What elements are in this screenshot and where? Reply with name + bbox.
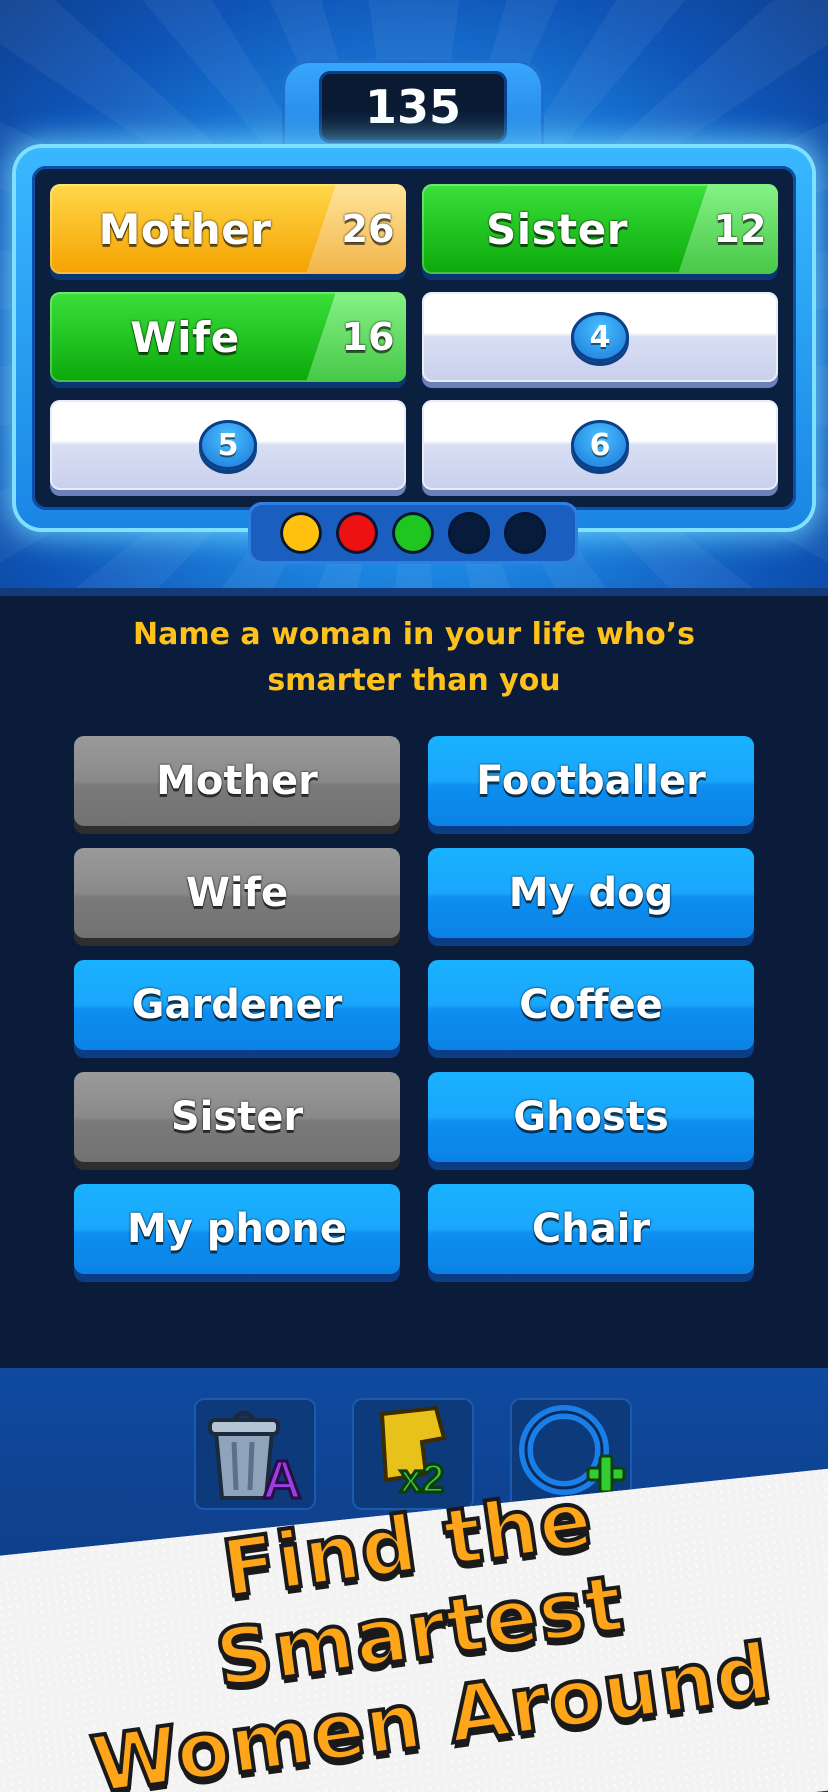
trash-letter-powerup[interactable]: A xyxy=(194,1398,316,1512)
question-line-2: smarter than you xyxy=(267,663,561,698)
tile-answer: Sister xyxy=(486,204,628,254)
tile-number-badge: 5 xyxy=(199,420,257,470)
option-coffee-button[interactable]: Coffee xyxy=(428,960,754,1050)
question-text: Name a woman in your life who’s smarter … xyxy=(100,612,728,704)
option-ghosts-button[interactable]: Ghosts xyxy=(428,1072,754,1162)
answer-tile-6: 6 xyxy=(422,400,778,490)
tile-answer: Mother xyxy=(98,204,272,254)
answer-tile-1: Mother 26 xyxy=(50,184,406,274)
tile-points: 26 xyxy=(306,184,406,274)
tile-points: 12 xyxy=(678,184,778,274)
option-chair-button[interactable]: Chair xyxy=(428,1184,754,1274)
answer-tile-4: 4 xyxy=(422,292,778,382)
option-my-phone-button[interactable]: My phone xyxy=(74,1184,400,1274)
strike-dot xyxy=(336,512,378,554)
answer-tile-3: Wife 16 xyxy=(50,292,406,382)
trash-can-icon: A xyxy=(208,1410,303,1512)
trash-letter-label: A xyxy=(263,1450,302,1510)
option-mother-button[interactable]: Mother xyxy=(74,736,400,826)
answer-tile-5: 5 xyxy=(50,400,406,490)
tile-number-badge: 4 xyxy=(571,312,629,362)
tile-number-badge: 6 xyxy=(571,420,629,470)
option-sister-button[interactable]: Sister xyxy=(74,1072,400,1162)
option-wife-button[interactable]: Wife xyxy=(74,848,400,938)
option-my-dog-button[interactable]: My dog xyxy=(428,848,754,938)
tile-points: 16 xyxy=(306,292,406,382)
answer-tile-2: Sister 12 xyxy=(422,184,778,274)
option-gardener-button[interactable]: Gardener xyxy=(74,960,400,1050)
option-footballer-button[interactable]: Footballer xyxy=(428,736,754,826)
score-display: 135 xyxy=(322,74,504,140)
strike-indicator xyxy=(248,502,578,564)
strike-dot xyxy=(392,512,434,554)
question-line-1: Name a woman in your life who’s xyxy=(133,617,695,652)
strike-dot xyxy=(504,512,546,554)
tile-answer: Wife xyxy=(130,312,240,362)
strike-dot xyxy=(448,512,490,554)
strike-dot xyxy=(280,512,322,554)
